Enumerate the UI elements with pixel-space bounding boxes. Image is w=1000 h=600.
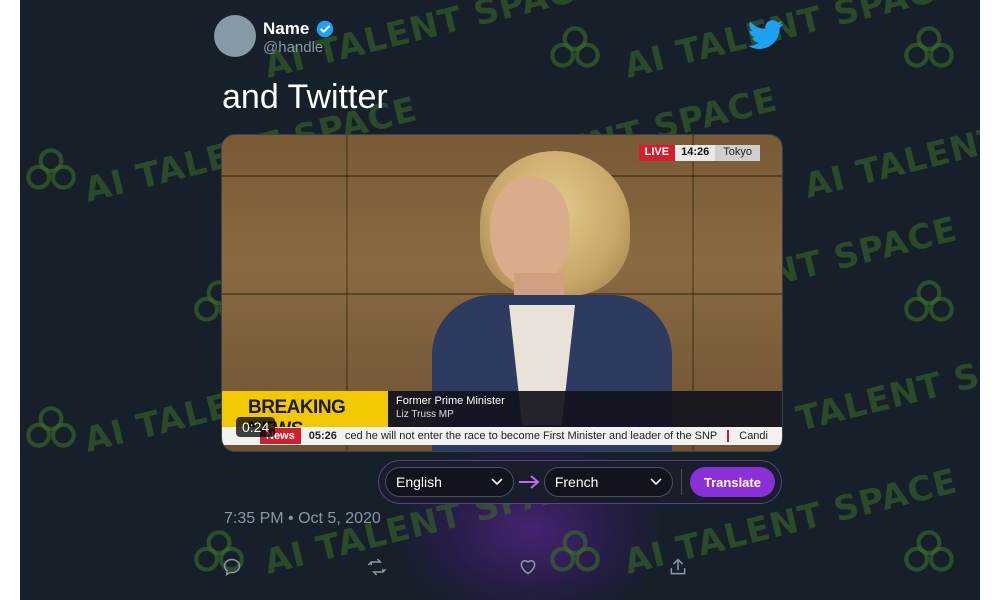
caption-title: Former Prime Minister [396,395,505,407]
chevron-down-icon [650,478,662,486]
tweet-card: AI TALENT SPACE AI TALENT SPACE AI TALEN… [20,0,980,600]
target-language-select[interactable]: French [543,467,673,497]
chevron-down-icon [491,478,503,486]
live-label: LIVE [638,145,676,161]
author-name[interactable]: Name [263,19,309,39]
watermark-logo-icon [904,530,954,572]
watermark-text: AI TALENT SPACE [620,0,962,87]
watermark-logo-icon [26,148,76,190]
source-language-select[interactable]: English [385,467,515,497]
watermark-logo-icon [550,26,600,68]
watermark-logo-icon [904,280,954,322]
caption-subtitle: Liz Truss MP [396,409,454,420]
lower-third: BREAKING NEWS Former Prime Minister Liz … [222,391,782,440]
ticker-next: Candi [739,430,768,442]
news-ticker: News 05:26 ced he will not enter the rac… [222,427,782,445]
target-language-value: French [554,474,599,490]
reply-icon[interactable] [222,557,242,577]
like-icon[interactable] [518,557,538,577]
translate-bar: English French Translate [378,460,782,504]
verified-badge-icon [316,20,334,38]
ticker-text: ced he will not enter the race to become… [344,430,718,442]
tweet-text: and Twitter [222,78,388,116]
author-handle[interactable]: @handle [263,39,323,56]
broadcast-clock: 14:26 [675,145,716,161]
ticker-time: 05:26 [308,430,337,442]
share-icon[interactable] [668,557,688,577]
video-player[interactable]: LIVE 14:26 Tokyo BREAKING NEWS Former Pr… [221,134,783,452]
video-duration: 0:24 [236,417,276,437]
watermark-text: AI TALENT SPACE [800,85,980,207]
avatar[interactable] [214,15,256,57]
caption: Former Prime Minister Liz Truss MP [388,391,782,427]
watermark-logo-icon [550,530,600,572]
retweet-icon[interactable] [367,557,387,577]
twitter-bird-icon[interactable] [748,20,784,50]
arrow-right-icon [514,475,544,489]
broadcast-city: Tokyo [715,145,760,161]
divider [680,469,682,495]
speaker-figure [490,177,570,287]
translate-button[interactable]: Translate [689,467,775,497]
live-indicator: LIVE 14:26 Tokyo [638,145,760,161]
watermark-logo-icon [904,26,954,68]
tweet-timestamp[interactable]: 7:35 PM • Oct 5, 2020 [224,510,381,528]
source-language-value: English [396,474,442,490]
watermark-logo-icon [26,406,76,448]
ticker-separator [727,430,730,442]
